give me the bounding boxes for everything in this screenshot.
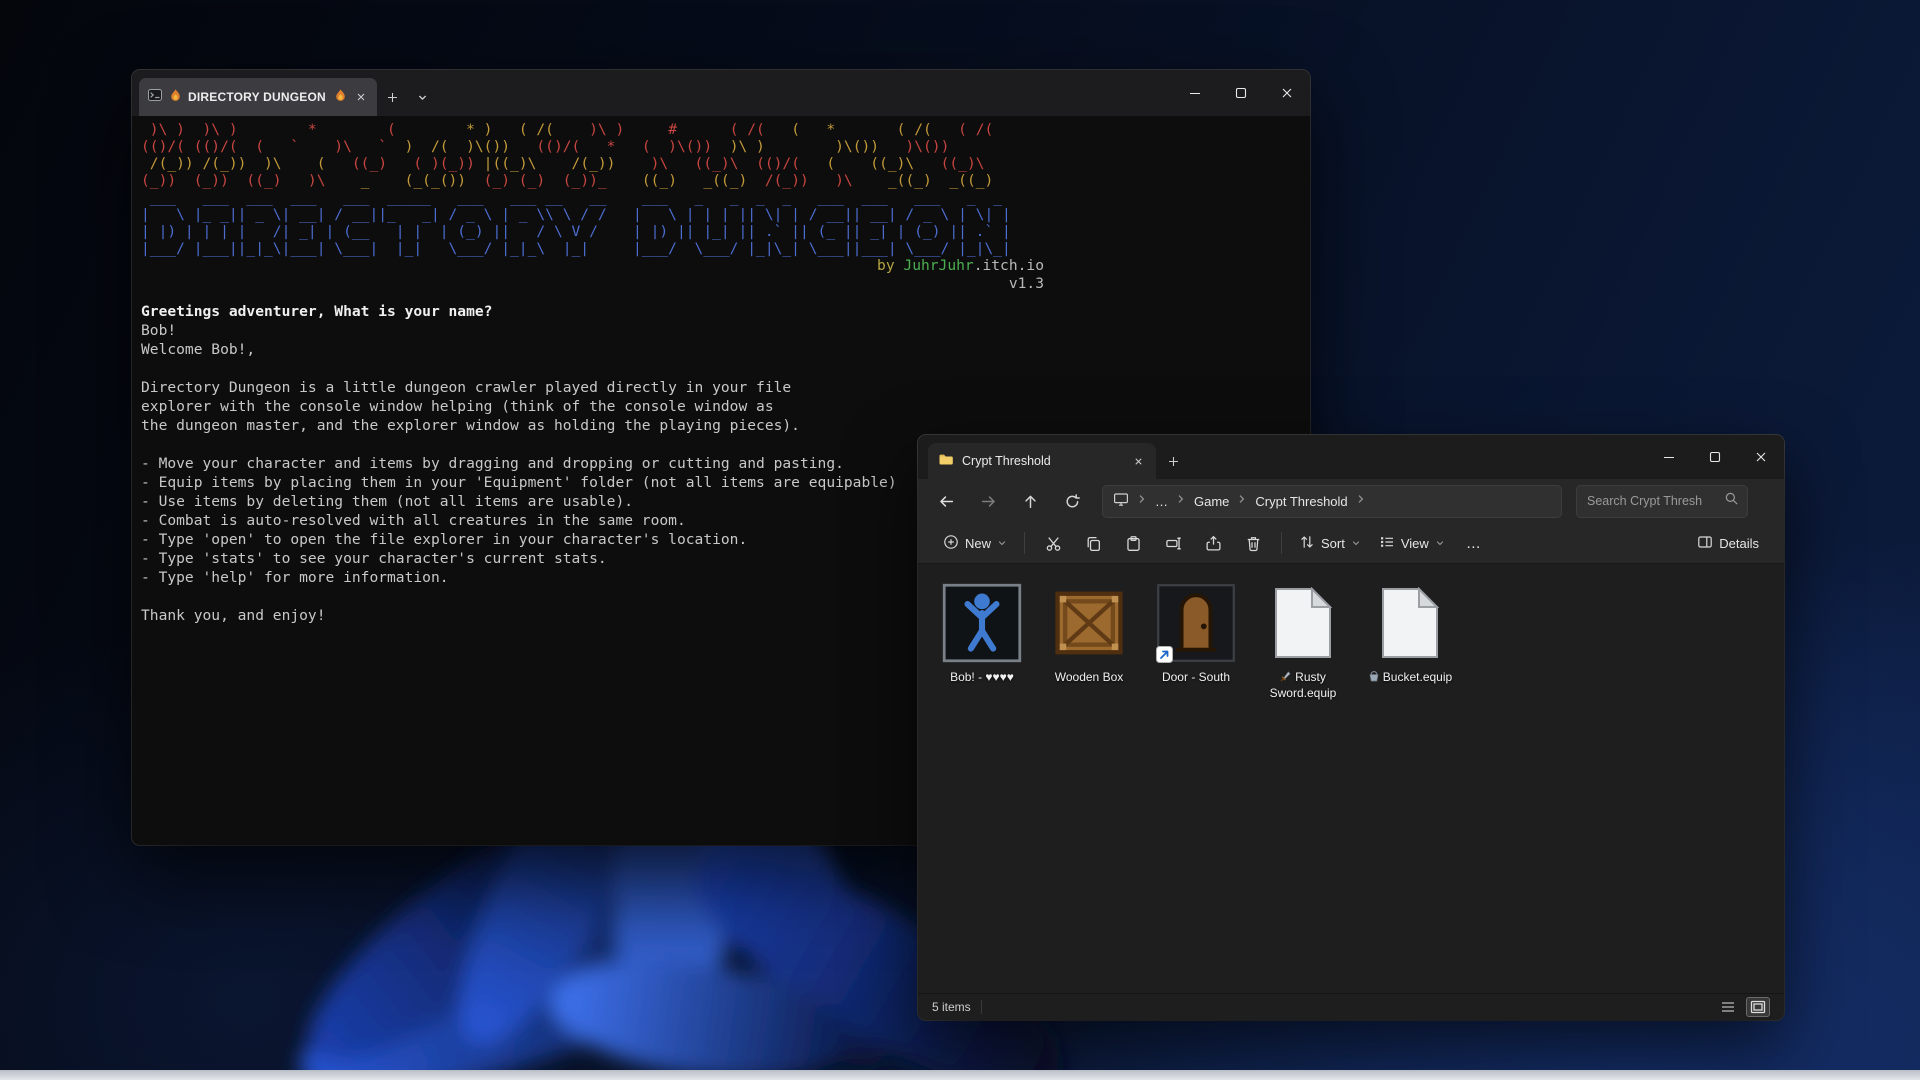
terminal-app-icon	[147, 87, 163, 108]
item-count: 5 items	[932, 1000, 971, 1014]
explorer-maximize-button[interactable]	[1692, 435, 1738, 479]
explorer-tab[interactable]: Crypt Threshold	[928, 443, 1156, 479]
terminal-titlebar[interactable]: DIRECTORY DUNGEON	[132, 70, 1310, 116]
new-button[interactable]: New	[934, 527, 1016, 559]
terminal-tab-dropdown-button[interactable]	[407, 78, 437, 116]
file-explorer-window: Crypt Threshold … Game Crypt Threshold S…	[918, 435, 1784, 1020]
explorer-minimize-button[interactable]	[1646, 435, 1692, 479]
explorer-statusbar: 5 items	[918, 993, 1784, 1020]
chevron-down-icon	[997, 536, 1007, 551]
details-pane-icon	[1697, 534, 1713, 553]
version-label: v1.3	[1008, 275, 1044, 292]
terminal-tab-close-button[interactable]	[353, 89, 369, 105]
details-pane-label: Details	[1719, 535, 1759, 551]
chevron-down-icon	[1351, 536, 1361, 551]
folder-icon	[938, 451, 954, 472]
file-item-bucket[interactable]: Bucket.equip	[1360, 580, 1460, 686]
monitor-icon[interactable]	[1113, 491, 1129, 512]
ascii-flames-art: )\ ) )\ ) * ( * ) ( /( )\ ) # ( /( ( * (…	[141, 121, 1003, 189]
sort-button[interactable]: Sort	[1290, 527, 1370, 559]
terminal-tab-title: DIRECTORY DUNGEON	[188, 90, 326, 104]
details-pane-button[interactable]: Details	[1688, 527, 1768, 559]
explorer-new-tab-button[interactable]	[1156, 443, 1190, 479]
explorer-navbar: … Game Crypt Threshold Search Crypt Thre…	[918, 479, 1784, 523]
new-button-label: New	[965, 535, 992, 551]
plus-circle-icon	[943, 534, 959, 553]
toolbar-separator	[1024, 532, 1026, 554]
bucket-icon	[1368, 670, 1380, 686]
view-button-label: View	[1400, 535, 1429, 551]
ellipsis-icon: …	[1465, 534, 1482, 552]
blank-file-icon	[1275, 587, 1332, 658]
credit-site: .itch.io	[973, 257, 1044, 274]
wooden-crate-icon	[1055, 591, 1123, 655]
file-label: Wooden Box	[1054, 670, 1124, 684]
chevron-right-icon[interactable]	[1236, 492, 1248, 510]
terminal-tab[interactable]: DIRECTORY DUNGEON	[139, 78, 377, 116]
breadcrumb-crypt-threshold[interactable]: Crypt Threshold	[1255, 494, 1347, 509]
explorer-toolbar: New Sort View … Details	[918, 523, 1784, 564]
terminal-maximize-button[interactable]	[1218, 70, 1264, 116]
view-list-icon	[1379, 534, 1395, 553]
explorer-titlebar[interactable]: Crypt Threshold	[918, 435, 1784, 479]
chevron-right-icon[interactable]	[1136, 492, 1148, 510]
search-placeholder: Search Crypt Thresh	[1587, 494, 1703, 508]
chevron-right-icon[interactable]	[1355, 492, 1367, 510]
explorer-close-button[interactable]	[1738, 435, 1784, 479]
up-button[interactable]	[1010, 484, 1050, 518]
paste-button[interactable]	[1113, 527, 1153, 559]
share-button[interactable]	[1193, 527, 1233, 559]
credit-by: by	[877, 257, 904, 274]
chevron-down-icon	[1435, 536, 1445, 551]
search-icon[interactable]	[1724, 491, 1739, 511]
credit-line: by JuhrJuhr.itch.io v1.3	[141, 257, 1044, 293]
view-button[interactable]: View	[1370, 527, 1454, 559]
shortcut-arrow-icon	[1156, 646, 1173, 663]
file-item-bob[interactable]: Bob! - ♥♥♥♥	[932, 580, 1032, 685]
chevron-right-icon[interactable]	[1175, 492, 1187, 510]
dagger-icon	[1280, 670, 1292, 686]
explorer-tab-close-button[interactable]	[1131, 454, 1146, 469]
delete-button[interactable]	[1233, 527, 1273, 559]
cut-button[interactable]	[1033, 527, 1073, 559]
file-item-door-south[interactable]: Door - South	[1146, 580, 1246, 685]
explorer-tab-title: Crypt Threshold	[962, 454, 1051, 468]
file-label: Door - South	[1161, 670, 1231, 684]
blank-file-icon	[1382, 587, 1439, 658]
more-options-button[interactable]: …	[1454, 527, 1494, 559]
file-item-wooden-box[interactable]: Wooden Box	[1039, 580, 1139, 685]
breadcrumb-game[interactable]: Game	[1194, 494, 1229, 509]
rename-button[interactable]	[1153, 527, 1193, 559]
refresh-button[interactable]	[1052, 484, 1092, 518]
ascii-title-art: ___ ___ ___ ___ ___ _____ ___ ___ __ __ …	[141, 189, 1011, 257]
credit-author: JuhrJuhr	[903, 257, 974, 274]
sort-button-label: Sort	[1321, 535, 1345, 551]
flame-icon	[334, 88, 347, 107]
file-label: Rusty Sword.equip	[1269, 670, 1337, 700]
toolbar-separator	[1281, 532, 1283, 554]
address-bar[interactable]: … Game Crypt Threshold	[1102, 484, 1562, 518]
file-item-rusty-sword[interactable]: Rusty Sword.equip	[1253, 580, 1353, 701]
sort-arrows-icon	[1299, 534, 1315, 553]
file-list: Bob! - ♥♥♥♥ Wooden Box Door - South Rust…	[918, 564, 1784, 993]
search-box[interactable]: Search Crypt Thresh	[1576, 484, 1748, 518]
character-icon	[942, 583, 1022, 663]
file-label: Bob! - ♥♥♥♥	[950, 670, 1014, 684]
details-view-toggle[interactable]	[1716, 997, 1740, 1017]
forward-button[interactable]	[968, 484, 1008, 518]
copy-button[interactable]	[1073, 527, 1113, 559]
file-label: Bucket.equip	[1368, 670, 1452, 686]
breadcrumb-ellipsis[interactable]: …	[1155, 494, 1168, 509]
statusbar-separator	[980, 1000, 982, 1014]
terminal-close-button[interactable]	[1264, 70, 1310, 116]
flame-icon	[169, 88, 182, 107]
terminal-minimize-button[interactable]	[1172, 70, 1218, 116]
taskbar[interactable]	[0, 1070, 1920, 1080]
thumbnail-view-toggle[interactable]	[1746, 997, 1770, 1017]
terminal-new-tab-button[interactable]	[377, 78, 407, 116]
back-button[interactable]	[926, 484, 966, 518]
